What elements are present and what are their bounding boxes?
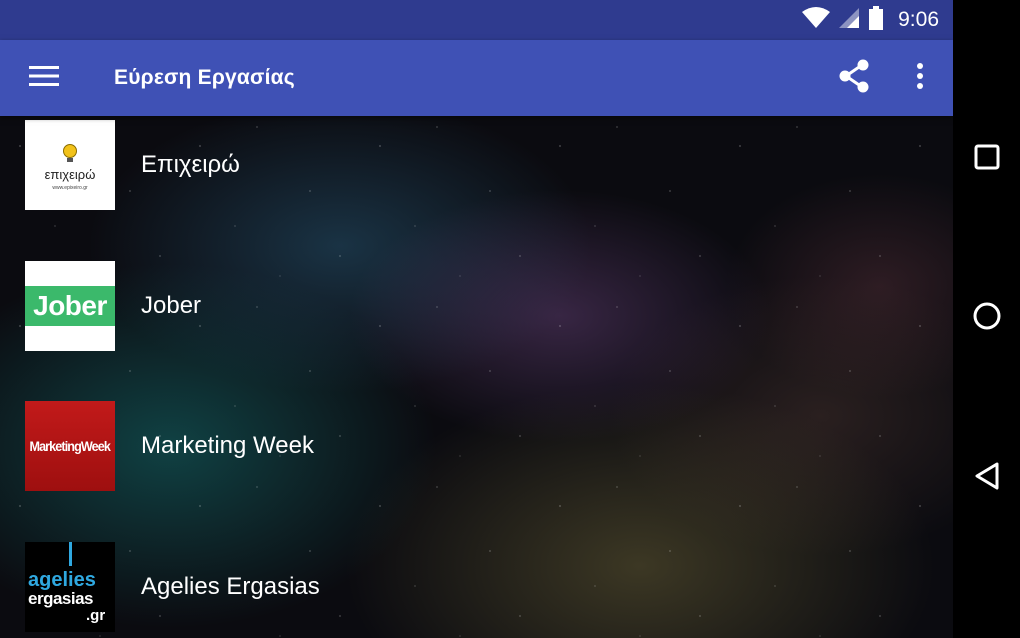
share-button[interactable] xyxy=(821,40,887,116)
content-area: επιχειρώ www.epixeiro.gr Επιχειρώ Jober … xyxy=(0,116,953,638)
agelies-logo-line1: agelies xyxy=(28,569,96,591)
overflow-menu-button[interactable] xyxy=(887,40,953,116)
agelies-logo-line2: ergasias xyxy=(28,589,94,608)
battery-icon xyxy=(868,5,884,35)
signal-icon xyxy=(838,7,860,34)
navigation-bar xyxy=(953,0,1020,638)
back-triangle-icon xyxy=(973,461,1001,496)
app-title: Εύρεση Εργασίας xyxy=(114,66,295,89)
list-item-agelies-ergasias[interactable]: agelies ergasias .gr Agelies Ergasias xyxy=(25,542,320,632)
lightbulb-icon xyxy=(63,143,77,162)
app-screen: 9:06 Εύρεση Εργασίας επιχειρώ www.epixei… xyxy=(0,0,953,638)
epixeiro-logo-word: επιχειρώ xyxy=(44,166,96,182)
recents-square-icon xyxy=(974,144,1000,175)
app-bar: Εύρεση Εργασίας xyxy=(0,40,953,116)
status-time: 9:06 xyxy=(898,8,939,31)
hamburger-menu-icon xyxy=(29,65,59,92)
list-item-epixeiro[interactable]: επιχειρώ www.epixeiro.gr Επιχειρώ xyxy=(25,120,240,210)
marketing-week-logo-word: MarketingWeek xyxy=(29,438,111,454)
status-icons: 9:06 xyxy=(802,5,939,35)
recents-button[interactable] xyxy=(953,130,1020,190)
jober-logo: Jober xyxy=(25,261,115,351)
overflow-menu-icon xyxy=(916,62,924,95)
list-item-marketing-week[interactable]: MarketingWeek Marketing Week xyxy=(25,401,314,491)
home-circle-icon xyxy=(972,301,1002,336)
wifi-icon xyxy=(802,6,831,34)
list-item-label: Επιχειρώ xyxy=(141,151,240,178)
agelies-ergasias-logo: agelies ergasias .gr xyxy=(25,542,115,632)
epixeiro-logo-url: www.epixeiro.gr xyxy=(52,184,88,191)
list-item-label: Agelies Ergasias xyxy=(141,573,320,600)
app-bar-actions xyxy=(821,40,953,116)
list-item-jober[interactable]: Jober Jober xyxy=(25,261,201,351)
jober-logo-word: Jober xyxy=(25,286,115,326)
list-item-label: Jober xyxy=(141,292,202,319)
share-icon xyxy=(838,59,870,98)
marketing-week-logo: MarketingWeek xyxy=(25,401,115,491)
logo-bar xyxy=(69,542,72,566)
home-button[interactable] xyxy=(953,289,1020,349)
status-bar: 9:06 xyxy=(0,0,953,40)
back-button[interactable] xyxy=(953,448,1020,508)
menu-button[interactable] xyxy=(0,40,90,116)
list-item-label: Marketing Week xyxy=(141,432,314,459)
agelies-logo-line3: .gr xyxy=(86,607,106,624)
epixeiro-logo: επιχειρώ www.epixeiro.gr xyxy=(25,120,115,210)
